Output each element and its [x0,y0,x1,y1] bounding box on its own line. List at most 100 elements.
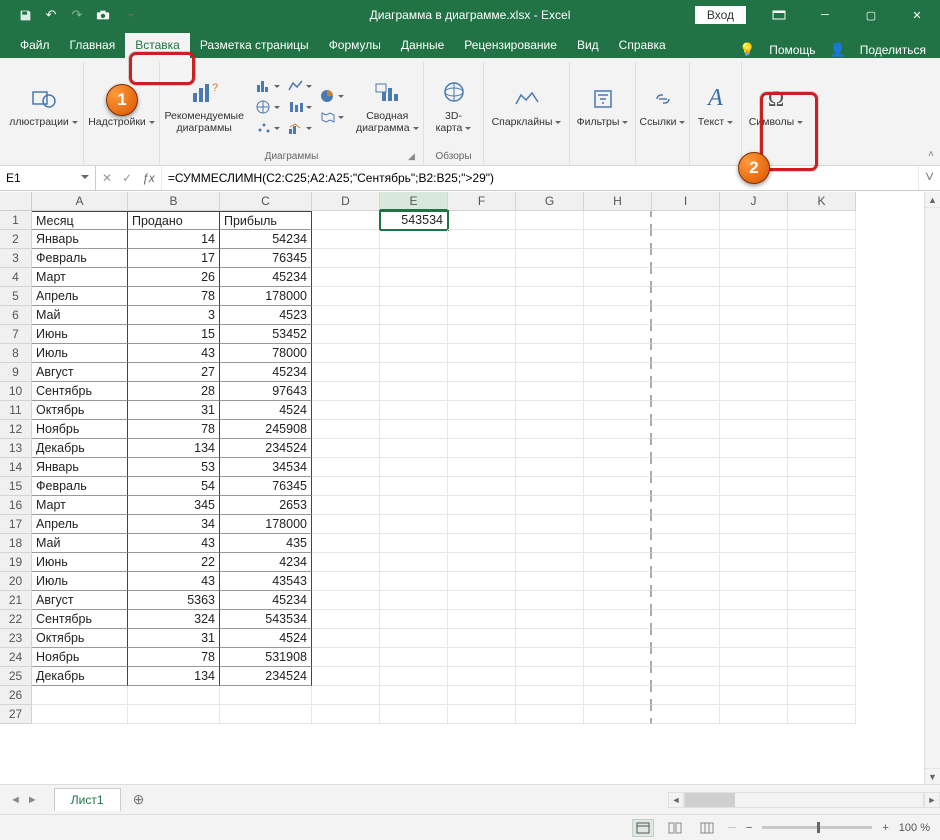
cell[interactable]: 245908 [220,420,312,439]
expand-formula-bar-icon[interactable]: ˅ [918,166,940,190]
cell[interactable] [584,686,652,705]
cell[interactable] [312,458,380,477]
cell[interactable]: 22 [128,553,220,572]
cell[interactable] [720,610,788,629]
cell[interactable] [788,306,856,325]
cell[interactable] [584,515,652,534]
cell[interactable] [516,249,584,268]
close-button[interactable]: ✕ [894,0,940,30]
cell[interactable] [448,705,516,724]
cell[interactable] [516,477,584,496]
cell[interactable]: Декабрь [32,667,128,686]
cell[interactable] [788,572,856,591]
cell[interactable] [312,515,380,534]
text-button[interactable]: A Текст [692,83,739,130]
cell[interactable]: 45234 [220,268,312,287]
cell[interactable]: Март [32,268,128,287]
tab-формулы[interactable]: Формулы [319,33,391,58]
cell[interactable] [652,629,720,648]
cell[interactable]: 435 [220,534,312,553]
cell[interactable] [312,287,380,306]
cell[interactable] [380,420,448,439]
cell[interactable] [720,458,788,477]
cell[interactable] [720,648,788,667]
cell[interactable] [448,496,516,515]
cell[interactable] [380,610,448,629]
cell[interactable] [652,211,720,230]
row-header[interactable]: 27 [0,705,32,724]
cell[interactable] [380,705,448,724]
tab-главная[interactable]: Главная [60,33,126,58]
undo-icon[interactable]: ↶ [44,8,58,22]
cell[interactable] [312,610,380,629]
cell[interactable] [788,553,856,572]
cell[interactable]: Июль [32,572,128,591]
row-header[interactable]: 26 [0,686,32,705]
cell[interactable]: 43543 [220,572,312,591]
cell[interactable] [516,496,584,515]
cell[interactable] [516,667,584,686]
name-box[interactable]: E1 [0,166,96,190]
cell[interactable] [380,268,448,287]
cell[interactable] [312,591,380,610]
cell[interactable] [584,591,652,610]
cell[interactable] [312,572,380,591]
row-header[interactable]: 20 [0,572,32,591]
cell[interactable]: Август [32,363,128,382]
cell[interactable]: 78 [128,648,220,667]
cell[interactable] [312,249,380,268]
cell[interactable] [652,705,720,724]
cell[interactable] [652,458,720,477]
minimize-button[interactable]: ─ [802,0,848,30]
cell[interactable] [516,515,584,534]
cell[interactable] [448,686,516,705]
row-header[interactable]: 5 [0,287,32,306]
cell[interactable]: 97643 [220,382,312,401]
cell[interactable]: Июнь [32,325,128,344]
cell[interactable] [380,344,448,363]
cell[interactable] [312,477,380,496]
cell[interactable] [788,439,856,458]
column-header[interactable]: J [720,192,788,211]
cell[interactable] [652,477,720,496]
ribbon-options-icon[interactable] [756,0,802,30]
cell[interactable]: 134 [128,667,220,686]
column-header[interactable]: D [312,192,380,211]
column-header[interactable]: H [584,192,652,211]
cell[interactable] [788,686,856,705]
cell[interactable]: 34 [128,515,220,534]
column-header[interactable]: G [516,192,584,211]
cell[interactable] [788,515,856,534]
cell[interactable]: 31 [128,401,220,420]
cell[interactable] [788,287,856,306]
cell[interactable] [652,667,720,686]
cell[interactable] [312,344,380,363]
scroll-up-icon[interactable]: ▲ [925,192,940,208]
cell[interactable]: Май [32,306,128,325]
row-header[interactable]: 17 [0,515,32,534]
column-header[interactable]: C [220,192,312,211]
cell[interactable] [652,306,720,325]
cell[interactable] [788,458,856,477]
cell[interactable] [380,629,448,648]
cell[interactable] [516,686,584,705]
row-header[interactable]: 1 [0,211,32,230]
cell[interactable] [448,553,516,572]
cell[interactable] [652,439,720,458]
cell[interactable] [720,382,788,401]
cell[interactable]: 45234 [220,363,312,382]
cell[interactable] [448,667,516,686]
cell[interactable] [652,496,720,515]
cell[interactable] [788,211,856,230]
cell[interactable] [448,439,516,458]
cell[interactable] [720,667,788,686]
cell[interactable]: 234524 [220,439,312,458]
cell[interactable] [448,382,516,401]
cell[interactable] [448,230,516,249]
cell[interactable] [720,211,788,230]
cell[interactable]: Апрель [32,287,128,306]
cell[interactable] [584,344,652,363]
cell[interactable]: Ноябрь [32,420,128,439]
cell[interactable]: Декабрь [32,439,128,458]
cell[interactable]: 14 [128,230,220,249]
